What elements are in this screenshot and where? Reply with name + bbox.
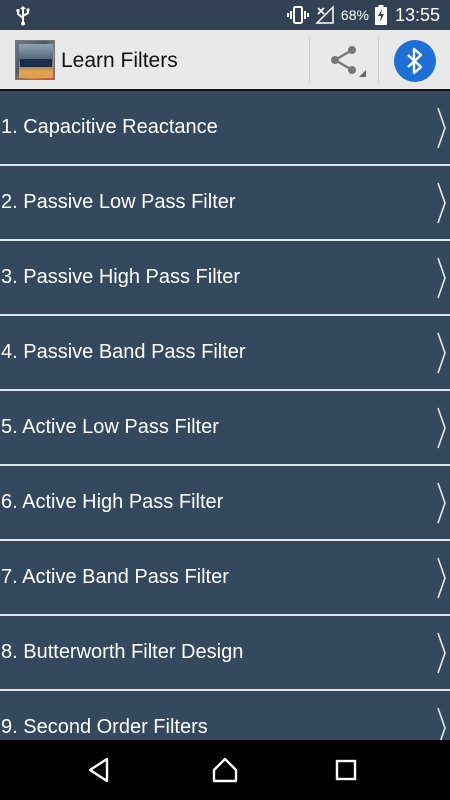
recents-icon[interactable] xyxy=(332,756,360,784)
list-item[interactable]: 5. Active Low Pass Filter xyxy=(0,391,450,466)
battery-percent: 68% xyxy=(340,7,369,23)
list-item[interactable]: 1. Capacitive Reactance xyxy=(0,91,450,166)
bluetooth-icon xyxy=(407,47,423,75)
status-bar: 68% 13:55 xyxy=(0,0,450,30)
list-item[interactable]: 3. Passive High Pass Filter xyxy=(0,241,450,316)
list-item-label: 1. Capacitive Reactance xyxy=(1,116,218,138)
battery-charging-icon xyxy=(374,5,387,25)
list-item-label: 2. Passive Low Pass Filter xyxy=(1,191,236,213)
list-item[interactable]: 8. Butterworth Filter Design xyxy=(0,616,450,691)
list-item[interactable]: 9. Second Order Filters xyxy=(0,691,450,740)
clock: 13:55 xyxy=(394,4,440,25)
share-button[interactable] xyxy=(309,37,379,83)
back-icon[interactable] xyxy=(86,756,114,784)
list-item-label: 5. Active Low Pass Filter xyxy=(1,416,219,438)
list-item-label: 4. Passive Band Pass Filter xyxy=(1,341,246,363)
chevron-right-icon xyxy=(437,707,446,740)
list-item[interactable]: 4. Passive Band Pass Filter xyxy=(0,316,450,391)
app-bar: Learn Filters xyxy=(0,30,450,91)
list-item[interactable]: 2. Passive Low Pass Filter xyxy=(0,166,450,241)
chevron-right-icon xyxy=(437,332,446,374)
chevron-right-icon xyxy=(437,557,446,599)
topic-list: 1. Capacitive Reactance 2. Passive Low P… xyxy=(0,91,450,740)
chevron-right-icon xyxy=(437,182,446,224)
chevron-right-icon xyxy=(437,482,446,524)
list-item-label: 6. Active High Pass Filter xyxy=(1,491,224,513)
home-icon[interactable] xyxy=(211,756,239,784)
list-item-label: 3. Passive High Pass Filter xyxy=(1,266,240,288)
list-item[interactable]: 6. Active High Pass Filter xyxy=(0,466,450,541)
share-icon xyxy=(331,46,356,74)
usb-icon xyxy=(16,6,30,26)
bluetooth-button[interactable] xyxy=(394,40,436,82)
chevron-right-icon xyxy=(437,407,446,449)
chevron-right-icon xyxy=(437,632,446,674)
list-item-label: 7. Active Band Pass Filter xyxy=(1,566,229,588)
chevron-right-icon xyxy=(437,257,446,299)
navigation-bar xyxy=(0,740,450,800)
list-item-label: 9. Second Order Filters xyxy=(1,716,208,738)
chevron-right-icon xyxy=(437,107,446,149)
list-item[interactable]: 7. Active Band Pass Filter xyxy=(0,541,450,616)
list-item-label: 8. Butterworth Filter Design xyxy=(1,641,244,663)
app-title: Learn Filters xyxy=(61,49,178,72)
app-logo xyxy=(15,40,55,80)
vibrate-icon xyxy=(286,6,309,24)
no-signal-icon xyxy=(315,5,334,24)
